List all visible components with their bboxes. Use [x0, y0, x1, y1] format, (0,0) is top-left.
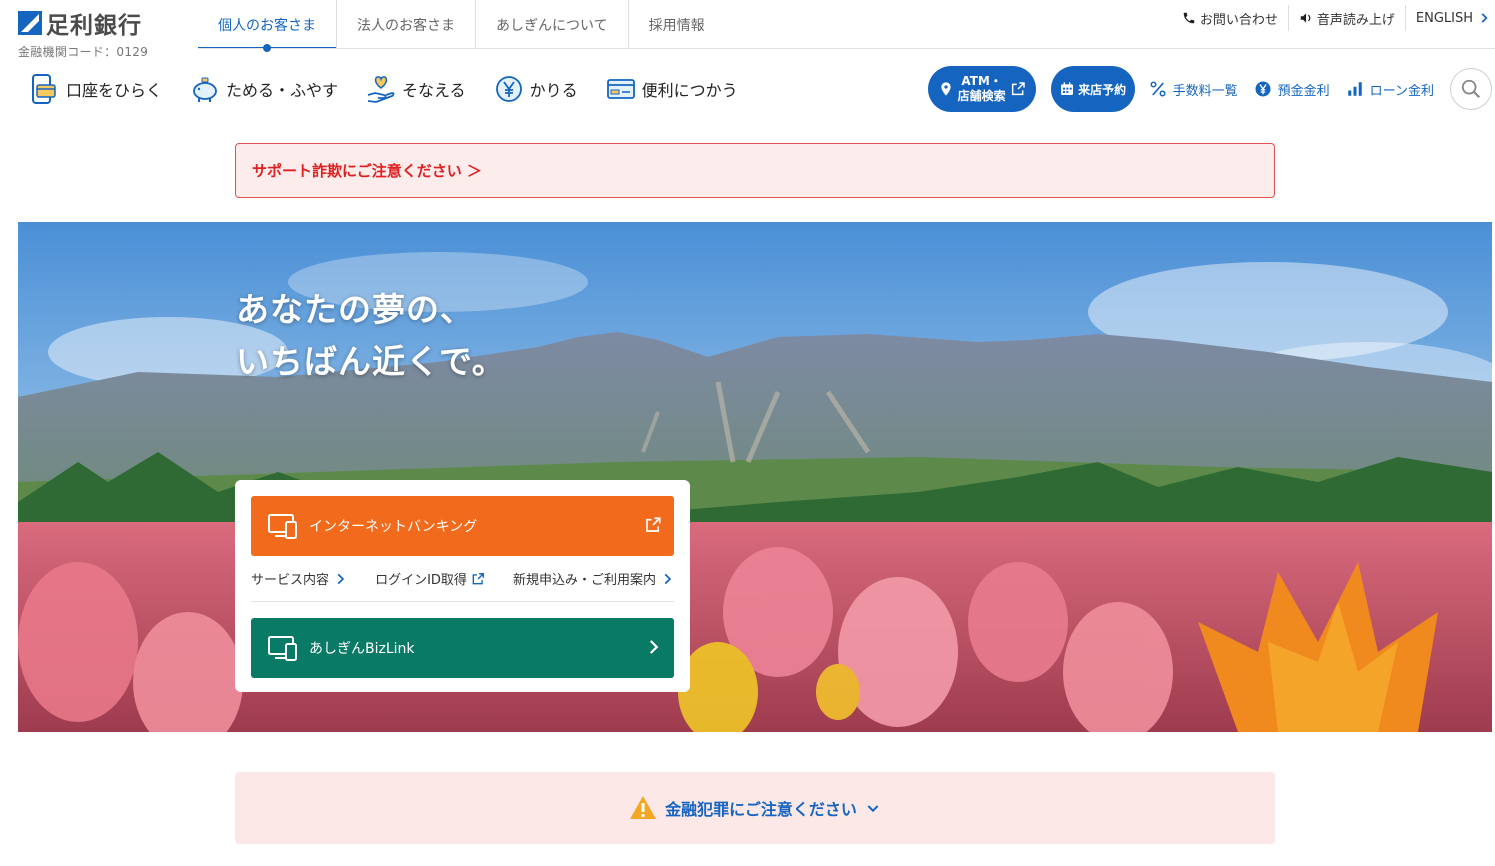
service-info-label: サービス内容: [251, 573, 330, 588]
bar-chart-icon: [1347, 82, 1362, 96]
devices-icon: [268, 514, 297, 539]
chevron-down-icon: [867, 805, 879, 813]
english-label: ENGLISH: [1415, 10, 1473, 26]
credit-card-icon: [606, 79, 635, 99]
login-id-link[interactable]: ログインID取得: [375, 569, 485, 588]
contact-link[interactable]: お問い合わせ: [1172, 5, 1289, 31]
support-fraud-alert-text: サポート詐欺にご注意ください ＞: [252, 162, 482, 180]
financial-crime-alert[interactable]: 金融犯罪にご注意ください: [235, 772, 1275, 844]
loan-rate-label: ローン金利: [1369, 83, 1434, 99]
loan-rate-link[interactable]: ローン金利: [1346, 80, 1434, 99]
atm-label-line2: 店舗検索: [957, 89, 1006, 103]
quick-links: ATM・ 店舗検索 来店予約 手数料一覧 預金金利 ローン金利: [927, 66, 1492, 112]
fees-label: 手数料一覧: [1172, 83, 1238, 99]
yen-coin-icon: [495, 76, 522, 102]
nav-open-account-label: 口座をひらく: [66, 81, 163, 100]
nav-open-account[interactable]: 口座をひらく: [30, 70, 162, 108]
map-pin-icon: [940, 82, 951, 96]
english-link[interactable]: ENGLISH: [1406, 5, 1495, 31]
hero-title-line1: あなたの夢の、: [236, 290, 474, 329]
nav-prepare-label: そなえる: [402, 81, 466, 100]
percent-icon: [1150, 81, 1166, 97]
search-button[interactable]: [1450, 68, 1492, 110]
atm-label-line1: ATM・: [961, 74, 1002, 88]
read-aloud-link[interactable]: 音声読み上げ: [1289, 5, 1406, 31]
banking-panel: インターネットバンキング サービス内容 ログインID取得 新規申込み・ご利用案内: [235, 480, 690, 692]
main-nav: 口座をひらく ためる・ふやす そなえる かりる 便利につかう: [30, 70, 766, 108]
contact-label: お問い合わせ: [1199, 12, 1278, 28]
visit-label: 来店予約: [1078, 82, 1127, 97]
header-divider: [198, 48, 1495, 49]
external-link-icon: [1011, 82, 1025, 96]
tab-personal[interactable]: 個人のお客さま: [198, 0, 337, 52]
audience-tabs: 個人のお客さま 法人のお客さま あしぎんについて 採用情報: [198, 0, 725, 52]
devices-icon: [268, 636, 297, 661]
bizlink-button[interactable]: あしぎんBizLink: [251, 618, 674, 678]
service-info-link[interactable]: サービス内容: [251, 569, 347, 588]
tab-corporate[interactable]: 法人のお客さま: [337, 0, 476, 49]
bank-logo[interactable]: 足利銀行 金融機関コード：0129: [18, 6, 148, 60]
chevron-right-icon: [664, 573, 672, 584]
internet-banking-label: インターネットバンキング: [309, 519, 478, 535]
deposit-rate-label: 預金金利: [1277, 83, 1330, 99]
chevron-right-icon: [1481, 13, 1488, 23]
read-aloud-label: 音声読み上げ: [1316, 12, 1395, 28]
deposit-rate-link[interactable]: 預金金利: [1254, 80, 1330, 99]
nav-save[interactable]: ためる・ふやす: [190, 70, 338, 108]
visit-reservation-button[interactable]: 来店予約: [1050, 66, 1135, 112]
chevron-right-icon: [337, 573, 345, 584]
phone-icon: [1183, 12, 1195, 24]
tab-corporate-label: 法人のお客さま: [357, 17, 455, 34]
tab-recruit-label: 採用情報: [648, 17, 705, 34]
search-icon: [1461, 79, 1481, 99]
nav-borrow-label: かりる: [529, 81, 578, 100]
nav-use-label: 便利につかう: [641, 81, 738, 100]
banking-sub-links: サービス内容 ログインID取得 新規申込み・ご利用案内: [251, 556, 674, 602]
tab-personal-label: 個人のお客さま: [218, 17, 316, 34]
nav-borrow[interactable]: かりる: [494, 70, 578, 108]
yen-circle-icon: [1255, 81, 1271, 97]
tab-about[interactable]: あしぎんについて: [476, 0, 629, 49]
hero-title-line2: いちばん近くで。: [236, 342, 506, 381]
chevron-right-icon: [649, 640, 659, 654]
hero-title: あなたの夢の、 いちばん近くで。: [236, 284, 506, 388]
utility-links: お問い合わせ 音声読み上げ ENGLISH: [1172, 0, 1495, 36]
hero-banner: あなたの夢の、 いちばん近くで。 インターネットバンキング サービス内容 ログイ…: [18, 222, 1492, 732]
nav-use[interactable]: 便利につかう: [606, 70, 738, 108]
external-link-icon: [472, 572, 484, 584]
calendar-icon: [1061, 82, 1074, 95]
heart-hand-icon: [367, 76, 395, 103]
nav-prepare[interactable]: そなえる: [366, 70, 466, 108]
speaker-icon: [1300, 13, 1311, 23]
bank-name: 足利銀行: [46, 13, 142, 39]
logo-mark-icon: [18, 11, 42, 35]
financial-crime-alert-text: 金融犯罪にご注意ください: [665, 800, 857, 819]
atm-search-button[interactable]: ATM・ 店舗検索: [927, 66, 1036, 112]
login-id-label: ログインID取得: [375, 573, 467, 588]
bank-code: 金融機関コード：0129: [18, 45, 149, 59]
signup-guide-link[interactable]: 新規申込み・ご利用案内: [513, 569, 674, 588]
support-fraud-alert[interactable]: サポート詐欺にご注意ください ＞: [235, 143, 1275, 198]
warning-icon: [630, 796, 657, 819]
internet-banking-button[interactable]: インターネットバンキング: [251, 496, 674, 556]
active-tab-dot: [263, 44, 271, 52]
external-link-icon: [646, 517, 661, 532]
card-phone-icon: [32, 74, 56, 104]
nav-save-label: ためる・ふやす: [226, 81, 339, 100]
tab-recruit[interactable]: 採用情報: [629, 0, 725, 49]
piggy-bank-icon: [193, 77, 217, 102]
bizlink-label: あしぎんBizLink: [309, 641, 415, 657]
tab-about-label: あしぎんについて: [496, 17, 608, 34]
fees-link[interactable]: 手数料一覧: [1149, 80, 1238, 99]
signup-guide-label: 新規申込み・ご利用案内: [512, 573, 656, 588]
